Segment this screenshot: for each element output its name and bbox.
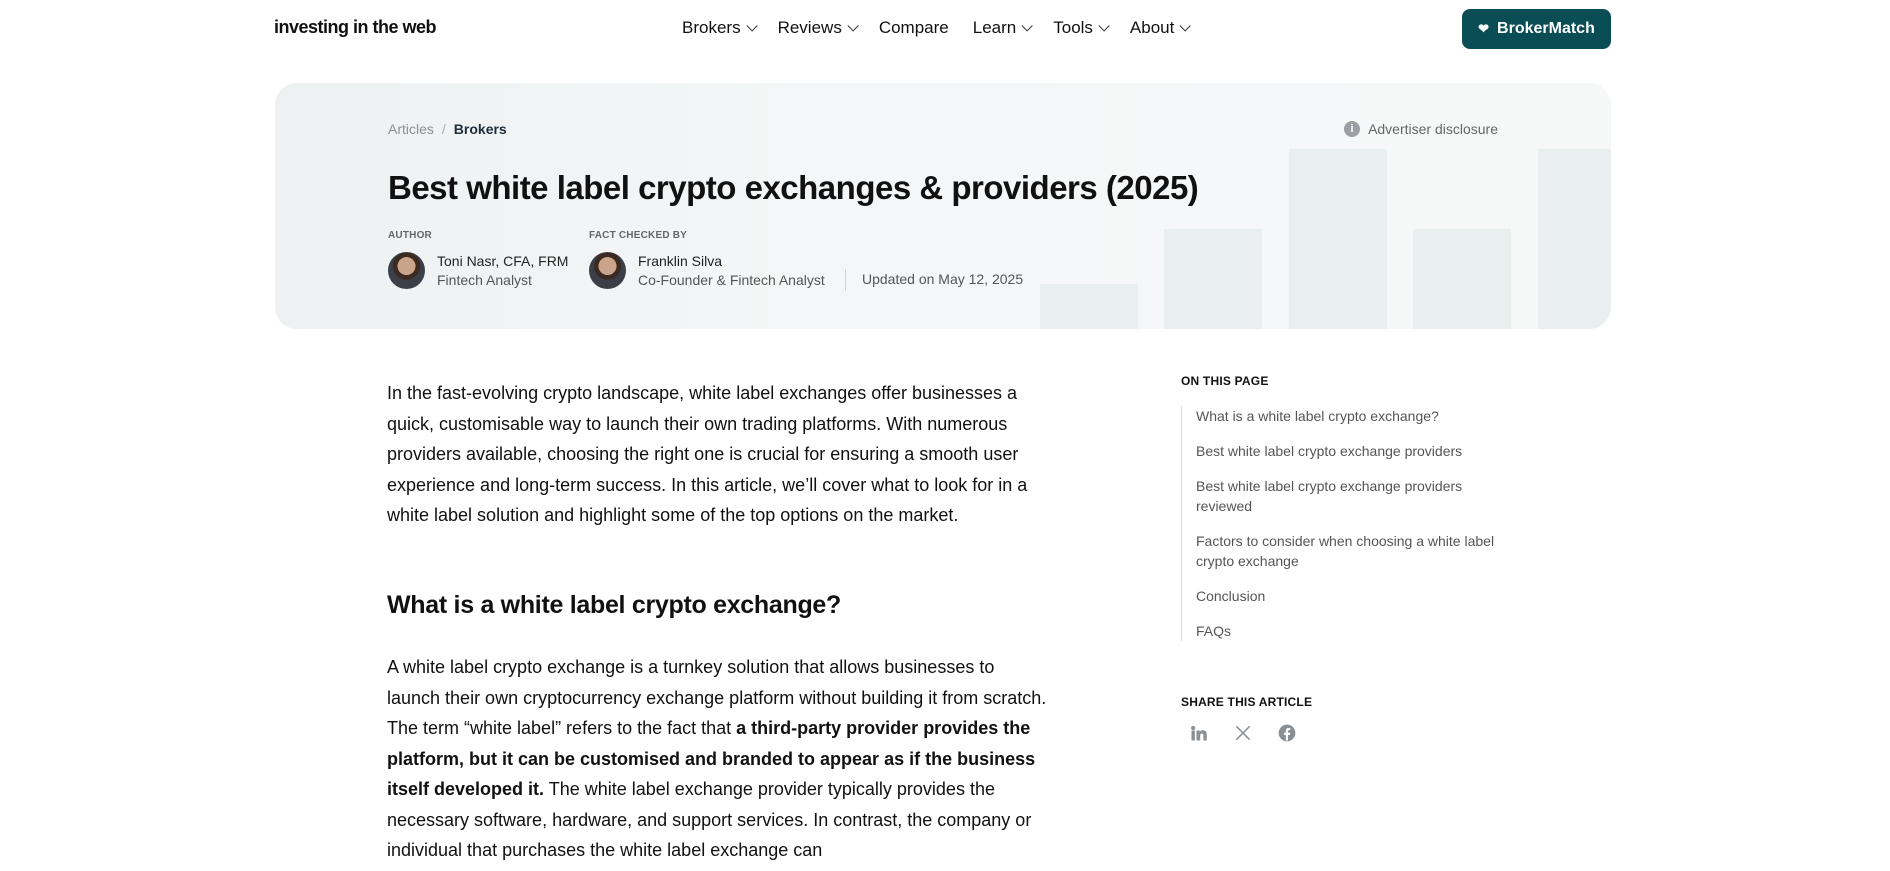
menu-item-label: Reviews	[777, 18, 842, 37]
menu-item-label: Tools	[1053, 18, 1093, 37]
fact-checker-label: FACT CHECKED BY	[589, 230, 688, 241]
updated-date: Updated on May 12, 2025	[862, 271, 1024, 287]
toc-title: ON THIS PAGE	[1181, 374, 1269, 388]
menu-item-compare[interactable]: Compare	[879, 18, 949, 38]
author-block[interactable]: Toni Nasr, CFA, FRM Fintech Analyst	[388, 252, 568, 290]
section-heading: What is a white label crypto exchange?	[387, 591, 841, 619]
info-icon: i	[1344, 121, 1361, 137]
decor-bar	[1164, 229, 1262, 329]
article-hero: Articles / Brokers i Advertiser disclosure…	[275, 83, 1611, 329]
top-nav: investing in the web Brokers Reviews Com…	[0, 0, 1890, 58]
menu-item-label: Compare	[878, 18, 949, 37]
menu-item-label: About	[1129, 18, 1175, 37]
chevron-down-icon	[1098, 20, 1110, 32]
author-role: Fintech Analyst	[437, 272, 532, 288]
main-menu: Brokers Reviews Compare Learn Tools Abou…	[682, 18, 1211, 38]
menu-item-label: Learn	[972, 18, 1017, 37]
table-of-contents: What is a white label crypto exchange? B…	[1181, 406, 1496, 641]
chevron-down-icon	[1179, 20, 1192, 32]
disclosure-label: Advertiser disclosure	[1368, 121, 1498, 137]
linkedin-icon[interactable]	[1189, 723, 1209, 743]
decor-bar	[1289, 149, 1387, 329]
breadcrumb-articles[interactable]: Articles	[388, 121, 434, 137]
article-body: In the fast-evolving crypto landscape, w…	[387, 378, 1047, 860]
breadcrumb-separator: /	[441, 121, 446, 137]
advertiser-disclosure[interactable]: i Advertiser disclosure	[1344, 121, 1498, 137]
share-buttons	[1189, 723, 1297, 743]
heart-icon: ❤	[1478, 21, 1490, 36]
toc-link[interactable]: Best white label crypto exchange provide…	[1196, 476, 1496, 516]
breadcrumb-brokers[interactable]: Brokers	[454, 121, 507, 137]
fact-checker-name: Franklin Silva	[638, 253, 723, 269]
divider	[845, 269, 846, 291]
page-title: Best white label crypto exchanges & prov…	[388, 169, 1199, 206]
author-label: AUTHOR	[388, 230, 432, 241]
definition-paragraph: A white label crypto exchange is a turnk…	[387, 652, 1047, 866]
chevron-down-icon	[847, 20, 859, 32]
site-logo[interactable]: investing in the web	[274, 17, 437, 38]
menu-item-about[interactable]: About	[1129, 18, 1192, 38]
menu-item-label: Brokers	[682, 18, 741, 37]
x-icon[interactable]	[1233, 723, 1253, 743]
decor-bar	[1413, 229, 1511, 329]
brokermatch-label: BrokerMatch	[1497, 20, 1595, 37]
author-name: Toni Nasr, CFA, FRM	[437, 253, 569, 269]
toc-link[interactable]: FAQs	[1196, 621, 1496, 641]
menu-item-brokers[interactable]: Brokers	[682, 18, 758, 38]
toc-link[interactable]: Best white label crypto exchange provide…	[1196, 441, 1496, 461]
menu-item-reviews[interactable]: Reviews	[777, 18, 859, 38]
fact-checker-avatar	[589, 252, 626, 289]
chevron-down-icon	[1021, 20, 1034, 32]
fact-checker-block[interactable]: Franklin Silva Co-Founder & Fintech Anal…	[589, 252, 825, 290]
brokermatch-button[interactable]: ❤ BrokerMatch	[1462, 9, 1611, 49]
menu-item-learn[interactable]: Learn	[972, 18, 1034, 38]
toc-link[interactable]: Conclusion	[1196, 586, 1496, 606]
menu-item-tools[interactable]: Tools	[1053, 18, 1110, 38]
decor-bar	[1538, 149, 1611, 329]
share-title: SHARE THIS ARTICLE	[1181, 695, 1313, 709]
fact-checker-role: Co-Founder & Fintech Analyst	[638, 272, 825, 288]
chevron-down-icon	[746, 20, 758, 32]
author-avatar	[388, 252, 425, 289]
breadcrumb: Articles / Brokers	[388, 121, 507, 137]
intro-paragraph: In the fast-evolving crypto landscape, w…	[387, 383, 1028, 525]
toc-link[interactable]: Factors to consider when choosing a whit…	[1196, 531, 1496, 571]
facebook-icon[interactable]	[1277, 723, 1297, 743]
toc-link[interactable]: What is a white label crypto exchange?	[1196, 406, 1496, 426]
sidebar: ON THIS PAGE What is a white label crypt…	[1181, 374, 1501, 742]
decor-bar	[1040, 284, 1138, 329]
